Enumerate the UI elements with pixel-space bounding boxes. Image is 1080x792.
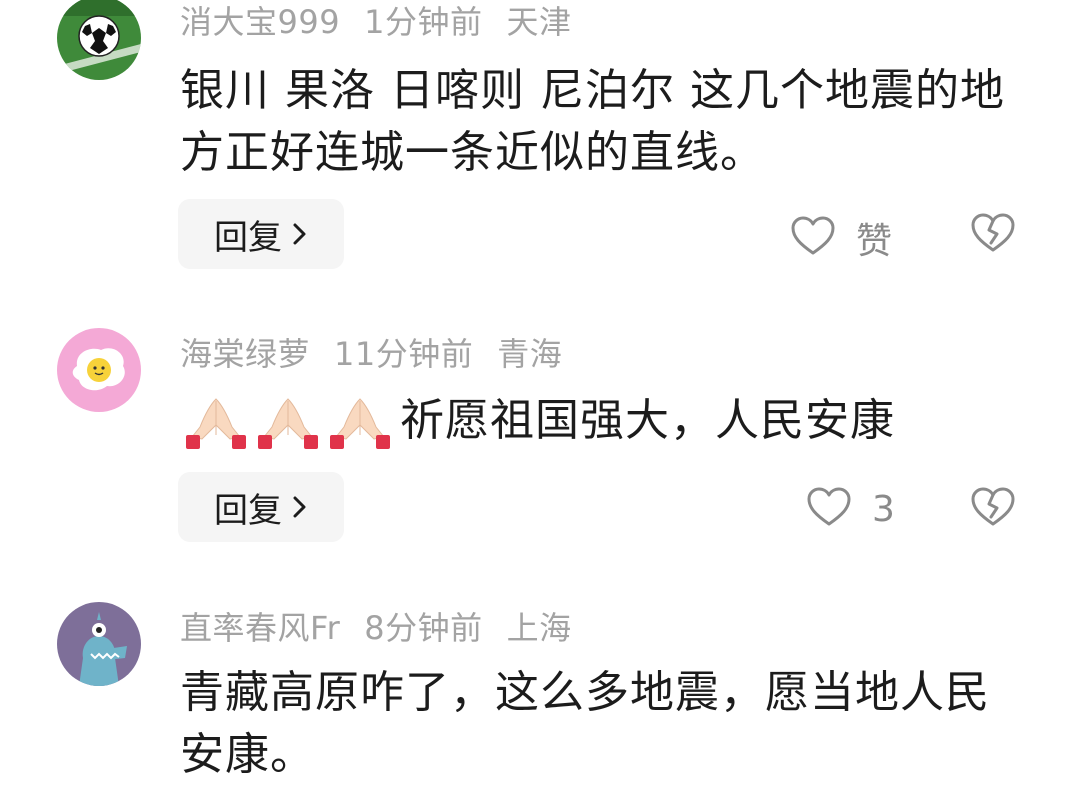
comment-meta: 消大宝999 1分钟前 天津 <box>180 2 595 42</box>
like-button[interactable]: 3 <box>806 486 895 532</box>
timestamp: 11分钟前 <box>334 335 474 373</box>
praying-hands-icon <box>186 398 246 449</box>
reply-button[interactable]: 回复 <box>178 472 344 542</box>
comment-text: 祈愿祖国强大，人民安康 <box>180 390 1040 452</box>
location: 上海 <box>506 609 572 647</box>
like-button[interactable]: 赞 <box>790 212 892 264</box>
reply-label: 回复 <box>214 217 282 258</box>
comment-body: 祈愿祖国强大，人民安康 <box>400 395 895 446</box>
comment-meta: 海棠绿萝 11分钟前 青海 <box>180 334 586 374</box>
chevron-right-icon <box>292 494 308 520</box>
timestamp: 8分钟前 <box>364 609 483 647</box>
like-count: 3 <box>872 488 895 530</box>
blue-monster-avatar-icon <box>57 602 141 686</box>
comment-text: 青藏高原咋了，这么多地震，愿当地人民安康。 <box>180 667 990 780</box>
dislike-button[interactable] <box>970 486 1016 532</box>
soccer-ball-avatar-icon <box>57 0 141 80</box>
heart-icon <box>790 215 836 261</box>
broken-heart-icon <box>970 213 1016 258</box>
praying-hands-icon <box>330 398 390 449</box>
like-label: 赞 <box>856 221 893 262</box>
avatar[interactable] <box>57 328 141 412</box>
comment-text: 银川 果洛 日喀则 尼泊尔 这几个地震的地方正好连城一条近似的直线。 <box>180 65 1005 178</box>
location: 青海 <box>497 335 563 373</box>
reply-label: 回复 <box>214 490 282 531</box>
timestamp: 1分钟前 <box>364 3 483 41</box>
username[interactable]: 消大宝999 <box>180 3 340 41</box>
avatar[interactable] <box>57 602 141 686</box>
dislike-button[interactable] <box>970 212 1016 258</box>
broken-heart-icon <box>970 487 1016 532</box>
comment-meta: 直率春风Fr 8分钟前 上海 <box>180 608 596 648</box>
location: 天津 <box>506 3 572 41</box>
fried-egg-avatar-icon <box>57 328 141 412</box>
avatar[interactable] <box>57 0 141 80</box>
username[interactable]: 海棠绿萝 <box>180 335 310 373</box>
username[interactable]: 直率春风Fr <box>180 609 340 647</box>
reply-button[interactable]: 回复 <box>178 199 344 269</box>
chevron-right-icon <box>292 221 308 247</box>
praying-hands-icon <box>258 398 318 449</box>
emoji-group <box>180 395 396 451</box>
heart-icon <box>806 486 852 532</box>
